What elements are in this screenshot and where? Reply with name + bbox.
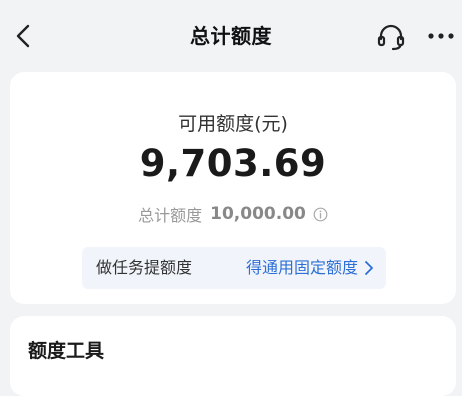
task-boost-banner[interactable]: 做任务提额度 得通用固定额度	[82, 247, 386, 289]
available-quota-amount: 9,703.69	[139, 142, 327, 185]
quota-tools-card: 额度工具	[10, 316, 456, 396]
more-dots-icon[interactable]	[426, 26, 456, 46]
total-quota-row: 总计额度 10,000.00	[10, 202, 456, 226]
quota-card: 可用额度(元) 9,703.69 总计额度 10,000.00 做任务提额度 得…	[10, 72, 456, 304]
fixed-quota-link[interactable]: 得通用固定额度	[246, 247, 358, 289]
headset-icon[interactable]	[376, 22, 406, 52]
task-boost-label: 做任务提额度	[96, 258, 193, 277]
chevron-right-icon	[365, 261, 373, 275]
info-icon[interactable]	[313, 207, 328, 222]
navigation-bar: 总计额度	[0, 0, 462, 72]
quota-tools-title: 额度工具	[28, 340, 105, 362]
total-quota-amount: 10,000.00	[210, 204, 306, 224]
available-quota-label: 可用额度(元)	[178, 113, 288, 135]
total-quota-label: 总计额度	[138, 206, 203, 225]
